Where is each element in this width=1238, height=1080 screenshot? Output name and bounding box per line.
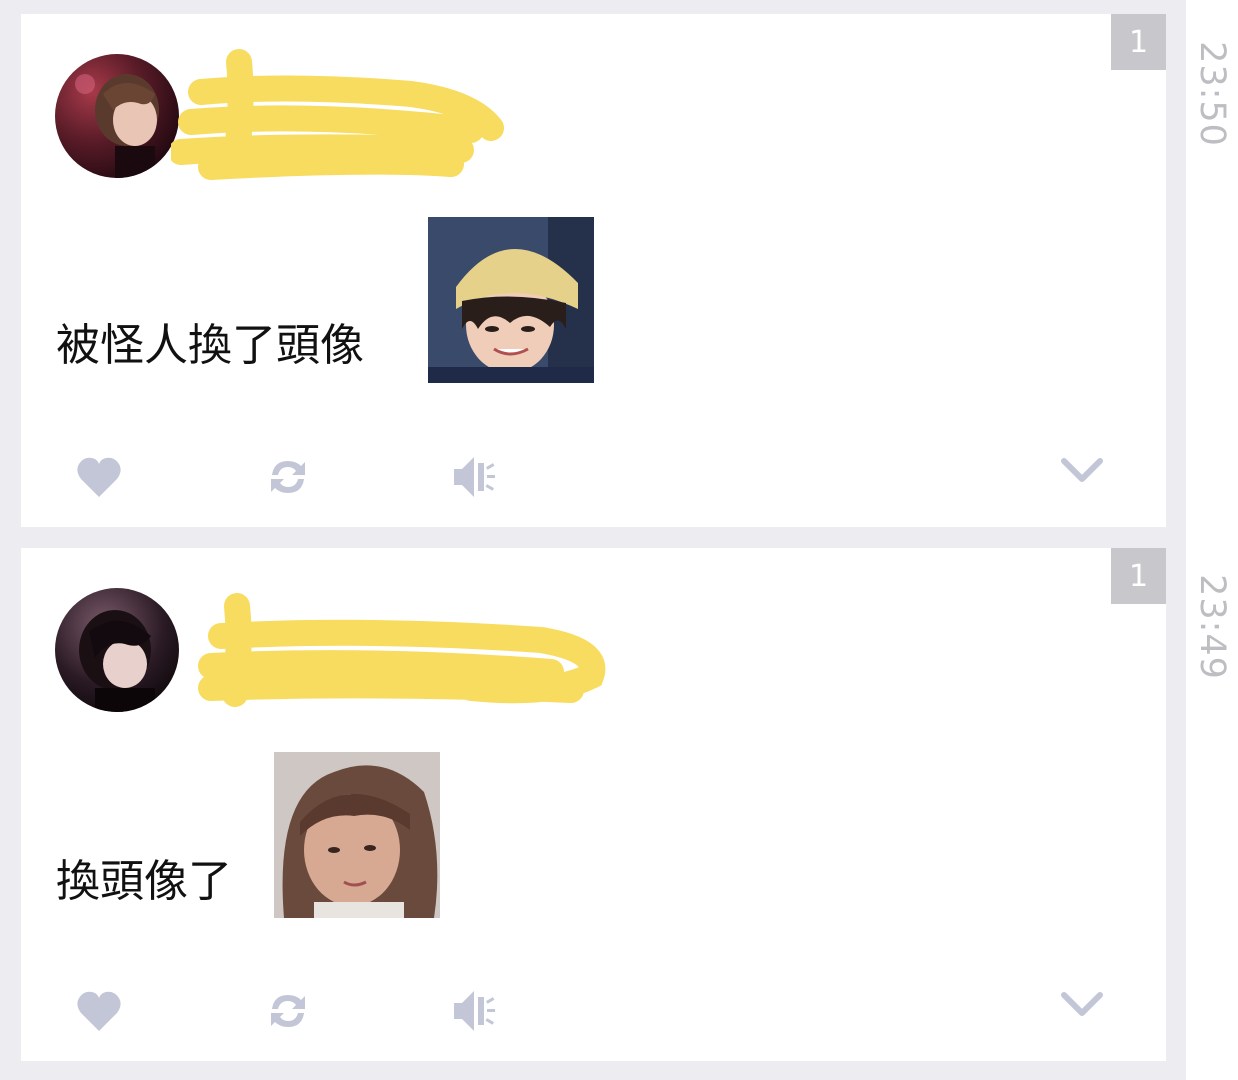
retweet-icon [271,995,305,1027]
heart-icon [77,991,121,1031]
post-photo[interactable] [428,217,594,383]
post-text: 換頭像了 [56,856,232,907]
speak-button[interactable] [449,986,499,1036]
heart-icon [77,457,121,497]
count-badge: 1 [1111,14,1166,70]
retweet-icon [271,461,305,493]
post-photo[interactable] [274,752,440,918]
speaker-icon [454,457,495,497]
retweet-button[interactable] [263,986,313,1036]
post-card[interactable]: 1 被怪人換了頭像 [21,14,1166,527]
speak-button[interactable] [449,452,499,502]
timestamp: 23:49 [1192,574,1232,680]
more-button[interactable] [1057,978,1107,1028]
avatar[interactable] [55,54,179,178]
post-card[interactable]: 1 換頭像了 [21,548,1166,1061]
redacted-username [171,49,504,180]
redacted-username [198,593,606,707]
like-button[interactable] [74,452,124,502]
post-text: 被怪人換了頭像 [56,320,364,371]
like-button[interactable] [74,986,124,1036]
speaker-icon [454,991,495,1031]
avatar[interactable] [55,588,179,712]
count-badge: 1 [1111,548,1166,604]
chevron-down-icon [1061,992,1103,1016]
retweet-button[interactable] [263,452,313,502]
chevron-down-icon [1061,458,1103,482]
more-button[interactable] [1057,444,1107,494]
timestamp: 23:50 [1192,41,1232,147]
